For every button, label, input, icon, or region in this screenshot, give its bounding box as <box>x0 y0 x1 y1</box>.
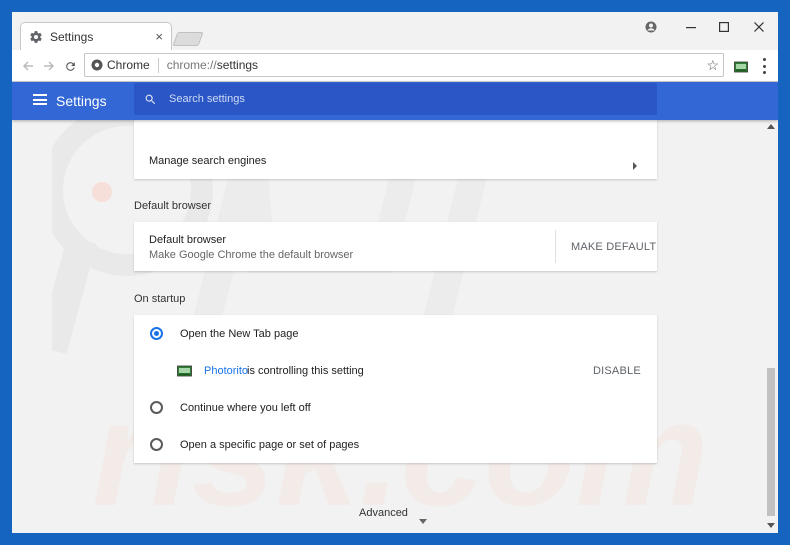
make-default-button[interactable]: MAKE DEFAULT <box>571 241 656 253</box>
close-window-button[interactable] <box>747 17 771 37</box>
photorito-extension-icon[interactable] <box>734 60 748 78</box>
minimize-button[interactable] <box>679 17 703 37</box>
reload-icon[interactable] <box>60 56 80 76</box>
default-browser-title: Default browser <box>149 234 227 246</box>
url-path: settings <box>216 58 259 72</box>
startup-option-label: Open a specific page or set of pages <box>180 439 360 451</box>
profile-icon[interactable] <box>639 17 663 37</box>
on-startup-card: Open the New Tab page Photorito is contr… <box>134 315 657 463</box>
tab-title: Settings <box>50 29 94 44</box>
new-tab-button[interactable] <box>172 32 204 46</box>
search-placeholder: Search settings <box>169 93 245 105</box>
search-engine-card: Manage search engines <box>134 120 657 179</box>
advanced-label: Advanced <box>359 507 408 519</box>
gear-icon <box>29 30 43 44</box>
settings-content: risk.com Manage search engines Default b… <box>12 120 764 533</box>
browser-window: Settings × Chrome chrome://settings ☆ Se… <box>12 12 778 533</box>
vertical-scrollbar[interactable] <box>764 120 778 533</box>
url-text: chrome://settings <box>167 58 258 72</box>
default-browser-subtitle: Make Google Chrome the default browser <box>149 249 354 261</box>
startup-option-label: Open the New Tab page <box>180 328 299 340</box>
back-arrow-icon[interactable] <box>18 56 38 76</box>
search-settings-input[interactable]: Search settings <box>134 83 657 115</box>
radio-button[interactable] <box>150 438 163 451</box>
disable-button[interactable]: DISABLE <box>593 365 641 377</box>
bookmark-star-icon[interactable]: ☆ <box>706 57 719 74</box>
default-browser-card: Default browser Make Google Chrome the d… <box>134 222 657 271</box>
scroll-down-arrow-icon[interactable] <box>767 523 775 528</box>
site-label: Chrome <box>107 58 150 72</box>
omnibox-separator <box>157 57 159 73</box>
title-bar: Settings × <box>12 12 778 50</box>
startup-option-label: Continue where you left off <box>180 402 311 414</box>
on-startup-section-label: On startup <box>134 293 186 305</box>
divider <box>555 230 556 263</box>
scrollbar-thumb[interactable] <box>767 368 775 516</box>
extension-name-link[interactable]: Photorito <box>204 365 248 377</box>
settings-header: Settings Search settings <box>12 82 778 120</box>
manage-search-engines-label[interactable]: Manage search engines <box>149 155 266 167</box>
photorito-extension-icon <box>177 364 192 382</box>
page-title: Settings <box>56 93 107 109</box>
chrome-menu-icon[interactable] <box>758 58 770 74</box>
caret-down-icon <box>419 511 427 529</box>
radio-button[interactable] <box>150 401 163 414</box>
default-browser-section-label: Default browser <box>134 200 212 212</box>
tab-close-icon[interactable]: × <box>155 29 163 44</box>
url-scheme: chrome:// <box>166 58 217 72</box>
chevron-right-icon[interactable] <box>632 157 638 175</box>
scroll-up-arrow-icon[interactable] <box>767 124 775 129</box>
address-bar[interactable]: Chrome chrome://settings ☆ <box>84 53 724 77</box>
extension-control-text: is controlling this setting <box>247 365 364 377</box>
browser-toolbar: Chrome chrome://settings ☆ <box>12 50 778 82</box>
hamburger-menu-icon[interactable] <box>33 94 47 105</box>
settings-tab[interactable]: Settings × <box>20 22 172 50</box>
forward-arrow-icon[interactable] <box>39 56 59 76</box>
radio-button-selected[interactable] <box>150 327 163 340</box>
chrome-logo-icon <box>91 59 103 71</box>
search-icon <box>144 93 157 106</box>
maximize-button[interactable] <box>712 17 736 37</box>
